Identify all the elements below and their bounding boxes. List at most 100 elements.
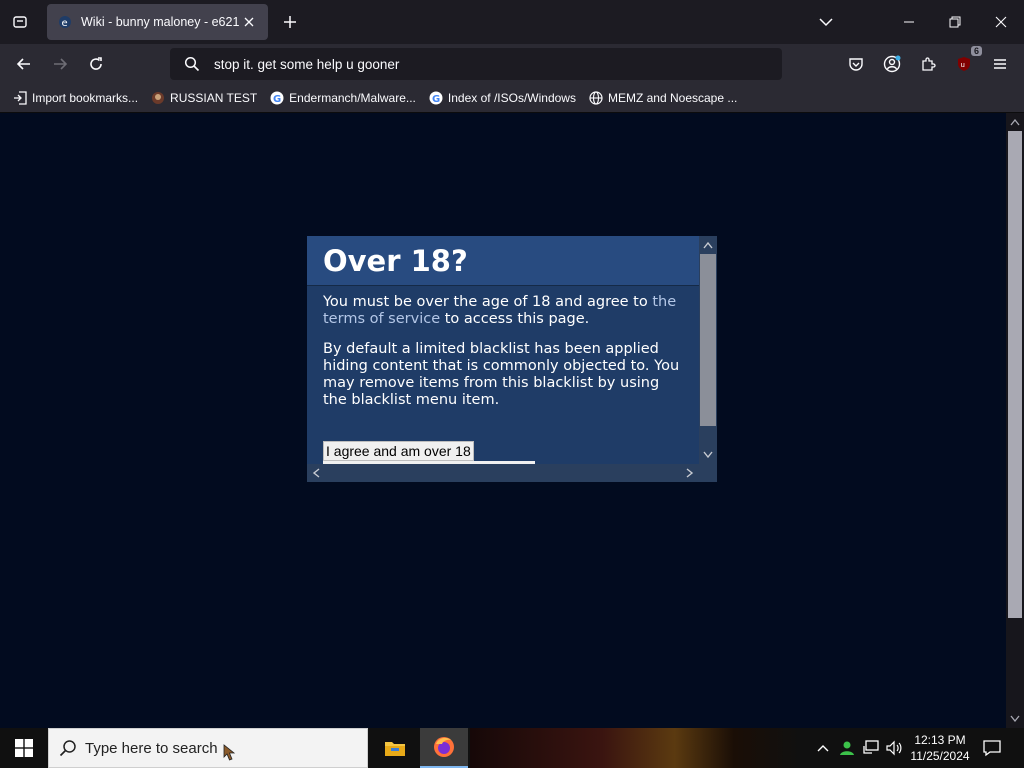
taskbar-background-image: [470, 728, 800, 768]
bookmark-import[interactable]: Import bookmarks...: [12, 90, 138, 106]
close-window-button[interactable]: [989, 10, 1013, 34]
reload-button[interactable]: [84, 52, 108, 76]
url-bar[interactable]: stop it. get some help u gooner: [170, 48, 782, 80]
network-icon: [863, 740, 879, 754]
tab-strip: e Wiki - bunny maloney - e621: [0, 0, 1024, 44]
close-icon: [995, 16, 1007, 28]
show-hidden-icons-button[interactable]: [813, 738, 833, 758]
bookmark-label: Endermanch/Malware...: [289, 91, 416, 105]
page-scroll-thumb[interactable]: [1008, 131, 1022, 618]
mouse-cursor-icon: [223, 744, 235, 761]
bookmark-label: Index of /ISOs/Windows: [447, 91, 576, 105]
scroll-up-arrow-icon[interactable]: [703, 240, 713, 250]
dialog-horizontal-scrollbar[interactable]: [307, 464, 699, 482]
windows-logo-icon: [15, 739, 33, 757]
bookmarks-toolbar: Import bookmarks... RUSSIAN TEST G Ender…: [0, 84, 1024, 113]
url-text: stop it. get some help u gooner: [214, 56, 400, 72]
bookmark-label: RUSSIAN TEST: [170, 91, 258, 105]
svg-text:G: G: [273, 94, 281, 105]
search-icon: [59, 740, 76, 757]
scroll-left-arrow-icon[interactable]: [311, 468, 321, 478]
bookmark-memz[interactable]: MEMZ and Noescape ...: [588, 90, 737, 106]
dialog-header: Over 18?: [307, 236, 699, 286]
hamburger-icon: [994, 59, 1006, 69]
svg-text:u: u: [961, 61, 965, 69]
svg-text:e: e: [62, 18, 68, 29]
taskbar-clock[interactable]: 12:13 PM 11/25/2024: [905, 732, 975, 764]
e621-favicon: e: [57, 14, 73, 30]
chevron-up-icon: [817, 745, 829, 752]
bookmark-label: MEMZ and Noescape ...: [607, 91, 738, 105]
search-placeholder: Type here to search: [85, 739, 218, 757]
app-menu-button[interactable]: [988, 52, 1012, 76]
arrow-left-icon: [16, 58, 30, 70]
speaker-icon: [886, 740, 902, 756]
pocket-button[interactable]: [844, 52, 868, 76]
tab-close-button[interactable]: [240, 13, 258, 31]
network-tray-icon[interactable]: [861, 738, 881, 758]
page-scroll-up-icon[interactable]: [1010, 117, 1020, 127]
navigation-toolbar: stop it. get some help u gooner u 6: [0, 44, 1024, 84]
account-icon: [883, 55, 901, 73]
tab-list-button[interactable]: [8, 10, 32, 34]
minimize-button[interactable]: [897, 10, 921, 34]
bookmark-endermanch[interactable]: G Endermanch/Malware...: [269, 90, 416, 106]
extensions-button[interactable]: [916, 52, 940, 76]
globe-icon: [588, 90, 604, 106]
dialog-title: Over 18?: [323, 244, 468, 278]
bookmark-index-isos[interactable]: G Index of /ISOs/Windows: [428, 90, 576, 106]
bookmark-russian-test[interactable]: RUSSIAN TEST: [150, 90, 257, 106]
russian-test-favicon: [150, 90, 166, 106]
scroll-down-arrow-icon[interactable]: [703, 450, 713, 460]
svg-text:G: G: [432, 94, 440, 105]
agree-button[interactable]: I agree and am over 18: [323, 441, 474, 461]
minimize-icon: [904, 21, 914, 23]
blacklist-paragraph: By default a limited blacklist has been …: [323, 341, 680, 408]
page-content: Over 18? You must be over the age of 18 …: [0, 113, 1024, 728]
terms-paragraph: You must be over the age of 18 and agree…: [323, 294, 677, 327]
ublock-origin-button[interactable]: u 6: [952, 46, 982, 76]
restore-icon: [949, 16, 961, 28]
plus-icon: [284, 16, 296, 28]
new-tab-button[interactable]: [279, 11, 301, 33]
dialog-scroll-thumb[interactable]: [700, 254, 716, 426]
start-button[interactable]: [0, 728, 48, 768]
tab-list-icon: [13, 16, 27, 28]
close-icon: [244, 17, 254, 27]
tab-active[interactable]: e Wiki - bunny maloney - e621: [47, 4, 268, 40]
scroll-right-arrow-icon[interactable]: [685, 468, 695, 478]
clock-date: 11/25/2024: [910, 749, 970, 763]
dialog-vertical-scrollbar[interactable]: [699, 236, 717, 464]
file-explorer-taskbar-button[interactable]: [371, 728, 419, 768]
ublock-icon: u: [958, 57, 970, 71]
forward-button[interactable]: [48, 52, 72, 76]
taskbar-search-box[interactable]: Type here to search: [48, 728, 368, 768]
clock-time: 12:13 PM: [914, 733, 966, 747]
firefox-taskbar-button[interactable]: [420, 728, 468, 768]
people-icon: [840, 741, 854, 755]
import-icon: [12, 90, 28, 106]
ublock-count-badge: 6: [970, 46, 982, 56]
people-tray-icon[interactable]: [837, 738, 857, 758]
chevron-down-icon: [819, 18, 833, 27]
puzzle-icon: [922, 57, 936, 71]
folder-icon: [385, 742, 405, 756]
pocket-icon: [849, 58, 863, 71]
notification-center-button[interactable]: [980, 736, 1004, 760]
restore-button[interactable]: [943, 10, 967, 34]
list-all-tabs-button[interactable]: [814, 10, 838, 34]
arrow-right-icon: [54, 58, 68, 70]
page-vertical-scrollbar[interactable]: [1006, 113, 1024, 728]
firefox-icon: [434, 737, 454, 757]
back-button[interactable]: [12, 52, 36, 76]
page-scroll-down-icon[interactable]: [1010, 713, 1020, 723]
account-button[interactable]: [880, 52, 904, 76]
bookmark-label: Import bookmarks...: [32, 91, 139, 105]
google-favicon: G: [269, 90, 285, 106]
reload-icon: [90, 57, 102, 70]
search-icon: [184, 56, 200, 72]
google-favicon: G: [428, 90, 444, 106]
scrollbar-corner: [699, 464, 717, 482]
volume-tray-icon[interactable]: [884, 738, 904, 758]
age-gate-dialog: Over 18? You must be over the age of 18 …: [307, 236, 717, 482]
